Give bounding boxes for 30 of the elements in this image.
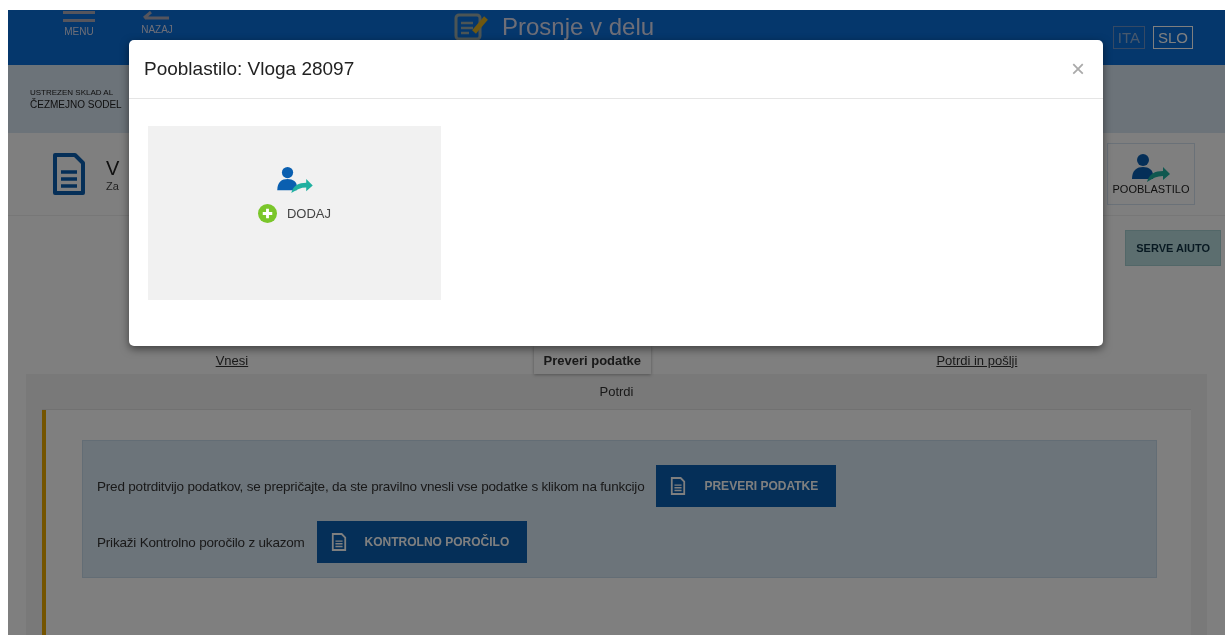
document-icon [52,152,86,196]
proxy-button[interactable]: POOBLASTILO [1107,143,1195,205]
edit-document-icon [454,11,488,42]
close-button[interactable]: × [1067,55,1089,83]
menu-icon [63,11,95,22]
add-label: DODAJ [286,206,332,221]
plus-icon [257,204,277,223]
document-icon [670,476,687,496]
user-share-icon [275,166,314,194]
context-line: USTREZEN SKLAD AL [30,88,115,97]
help-button[interactable]: SERVE AIUTO [1125,230,1221,266]
menu-button[interactable]: MENU [48,11,110,37]
notice-text: Pred potrditvijo podatkov, se prepričajte, da ste pravilno vnesli vse podatke s klikom na funkcijo [97,478,645,494]
step-tab[interactable]: Potrdi in pošlji [926,346,1028,374]
language-button[interactable]: SLO [1153,26,1193,49]
back-arrow-icon [143,11,171,20]
back-button[interactable]: NAZAJ [126,11,188,35]
step-tab[interactable]: Preveri podatke [533,346,652,374]
action-button[interactable]: PREVERI PODATKE [656,465,837,507]
action-button[interactable]: KONTROLNO POROČILO [316,521,528,563]
context-line: ČEZMEJNO SODEL [30,99,123,110]
step-tab[interactable]: Vnesi [205,346,259,374]
document-icon [330,532,347,552]
notice-text: Prikaži Kontrolno poročilo z ukazom [97,534,305,550]
modal-title: Pooblastilo: Vloga 28097 [144,58,355,80]
add-proxy-tile[interactable]: DODAJ [148,126,441,300]
application-title: V [106,156,120,180]
application-subtitle: Za [106,179,120,192]
page-title: Prosnje v delu [502,12,655,41]
user-share-icon [1131,153,1171,183]
